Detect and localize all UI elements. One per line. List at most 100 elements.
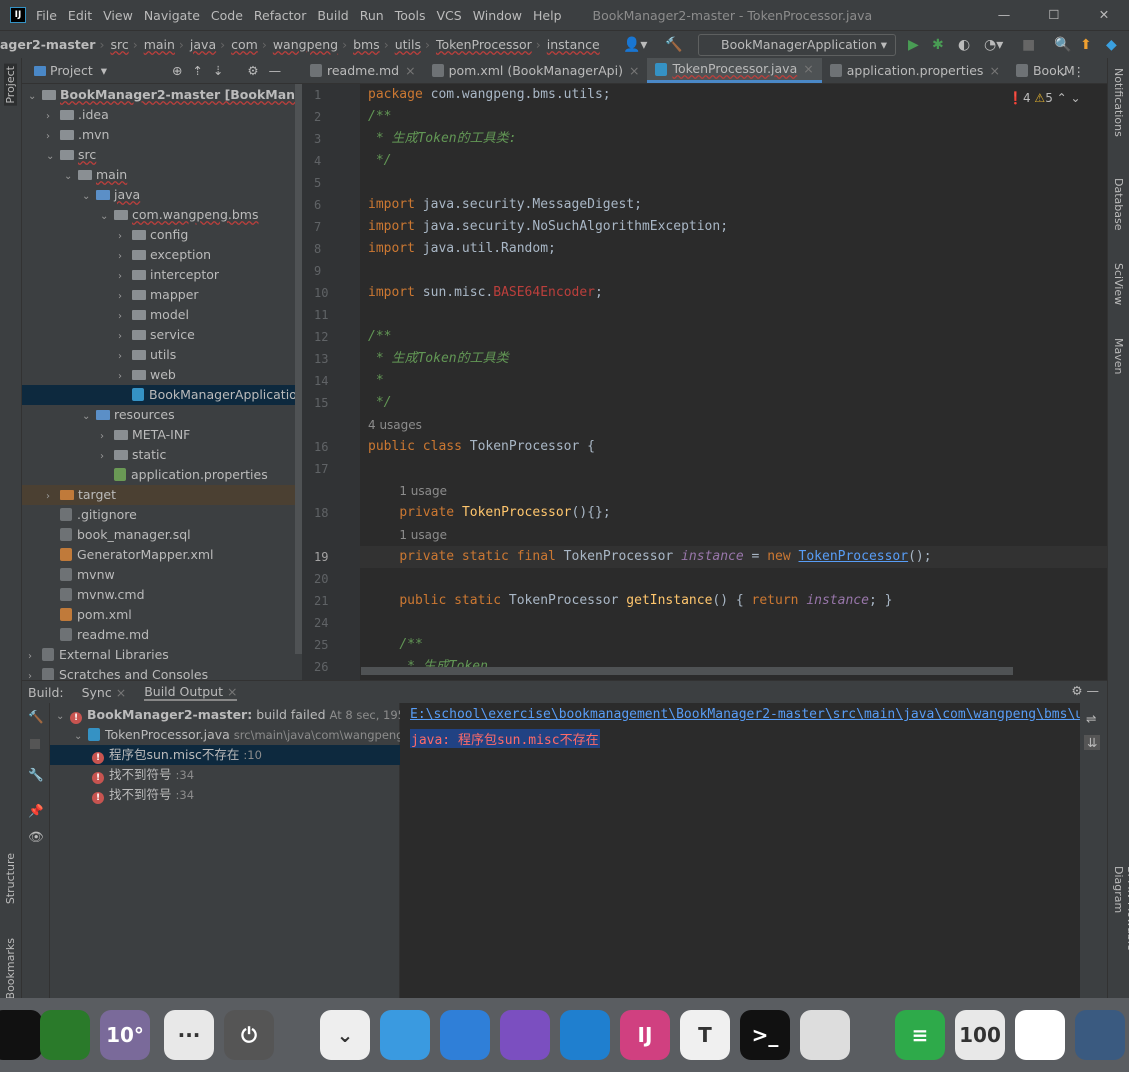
tree-item[interactable]: › target: [22, 485, 302, 505]
build-tree-item[interactable]: ⌄! BookManager2-master: build failed At 8 …: [50, 705, 400, 725]
chevron-down-icon[interactable]: ⌄: [56, 707, 70, 725]
close-tab-icon[interactable]: ×: [803, 58, 813, 82]
stop-build-icon[interactable]: [30, 739, 40, 749]
breadcrumb-item[interactable]: instance: [547, 37, 600, 52]
tree-item[interactable]: ⌄ BookManager2-master [BookManagerA: [22, 85, 337, 105]
typora-app-icon[interactable]: T: [680, 1010, 730, 1060]
chevron-right-icon[interactable]: ›: [118, 287, 132, 307]
menu-navigate[interactable]: Navigate: [144, 8, 200, 23]
tab-build-output[interactable]: Build Output ×: [144, 684, 238, 701]
sciview-tool-button[interactable]: SciView: [1112, 263, 1125, 305]
menu-edit[interactable]: Edit: [68, 8, 92, 23]
menu-help[interactable]: Help: [533, 8, 562, 23]
tree-item[interactable]: mvnw: [22, 565, 302, 585]
chevron-right-icon[interactable]: ›: [100, 447, 114, 467]
chevron-right-icon[interactable]: ›: [28, 647, 42, 667]
close-button[interactable]: ✕: [1079, 0, 1129, 30]
power-app-icon[interactable]: ⏻: [224, 1010, 274, 1060]
tree-item[interactable]: › utils: [22, 345, 302, 365]
editor-horizontal-scrollbar[interactable]: [361, 667, 1013, 675]
tree-item[interactable]: book_manager.sql: [22, 525, 302, 545]
code-line[interactable]: *: [368, 370, 384, 392]
code-editor[interactable]: package com.wangpeng.bms.utils;/** * 生成T…: [360, 84, 1107, 680]
tree-item[interactable]: mvnw.cmd: [22, 585, 302, 605]
launcher-app-icon[interactable]: ⌄: [320, 1010, 370, 1060]
breadcrumb-item[interactable]: utils: [395, 37, 421, 52]
project-scrollbar[interactable]: [295, 84, 302, 654]
tree-item[interactable]: › static: [22, 445, 302, 465]
breadcrumb-item[interactable]: TokenProcessor: [436, 37, 532, 52]
tree-item[interactable]: › mapper: [22, 285, 302, 305]
tree-item[interactable]: › service: [22, 325, 302, 345]
score-app-icon[interactable]: 100: [955, 1010, 1005, 1060]
tree-item[interactable]: › model: [22, 305, 302, 325]
downloader-app-icon[interactable]: [40, 1010, 90, 1060]
cat-app-icon[interactable]: [1075, 1010, 1125, 1060]
tree-item[interactable]: › External Libraries: [22, 645, 302, 665]
error-path-link[interactable]: E:\school\exercise\bookmanagement\BookMa…: [410, 707, 1080, 722]
close-tab-icon[interactable]: ×: [989, 58, 999, 83]
user-icon[interactable]: 👤▾: [623, 37, 647, 53]
project-tool-button[interactable]: Project: [4, 64, 17, 106]
tree-item[interactable]: ⌄ main: [22, 165, 302, 185]
profile-icon[interactable]: ◔▾: [984, 37, 1003, 53]
close-tab-icon[interactable]: ×: [405, 58, 415, 83]
qq-app-icon[interactable]: [1015, 1010, 1065, 1060]
code-line[interactable]: private static final TokenProcessor inst…: [368, 546, 931, 568]
menu-vcs[interactable]: VCS: [437, 8, 462, 23]
code-line[interactable]: */: [368, 392, 392, 414]
maven-tool-button[interactable]: Maven: [1112, 338, 1125, 374]
tree-item[interactable]: › config: [22, 225, 302, 245]
chevron-down-icon[interactable]: ⌄: [74, 727, 88, 745]
code-line[interactable]: /**: [368, 634, 422, 656]
code-line[interactable]: public class TokenProcessor {: [368, 436, 595, 458]
search-icon[interactable]: 🔍: [1054, 37, 1071, 53]
chevron-right-icon[interactable]: ›: [118, 367, 132, 387]
chevron-down-icon[interactable]: ⌄: [46, 147, 60, 167]
app-app-icon[interactable]: [0, 1010, 42, 1060]
code-line[interactable]: package com.wangpeng.bms.utils;: [368, 84, 611, 106]
run-icon[interactable]: ▶: [908, 37, 919, 53]
menu-file[interactable]: File: [36, 8, 57, 23]
code-line[interactable]: import sun.misc.BASE64Encoder;: [368, 282, 603, 304]
update-icon[interactable]: ⬆: [1080, 37, 1092, 53]
more-app-icon[interactable]: ···: [164, 1010, 214, 1060]
chevron-right-icon[interactable]: ›: [46, 487, 60, 507]
terminal-app-icon[interactable]: >_: [740, 1010, 790, 1060]
visual-studio-app-icon[interactable]: [500, 1010, 550, 1060]
maximize-button[interactable]: ☐: [1029, 0, 1079, 30]
soft-wrap-icon[interactable]: ⇌: [1086, 711, 1096, 726]
chevron-down-icon[interactable]: ⌄: [64, 167, 78, 187]
bpmn-tool-button[interactable]: BPMN-Flowable-Diagram: [1112, 866, 1129, 998]
tree-item[interactable]: ⌄ com.wangpeng.bms: [22, 205, 302, 225]
project-toolbar-icons[interactable]: ⊕⇡⇣ ⚙—: [172, 63, 291, 78]
code-line[interactable]: 1 usage: [368, 480, 447, 502]
notes-app-icon[interactable]: ≡: [895, 1010, 945, 1060]
chevron-right-icon[interactable]: ›: [46, 107, 60, 127]
code-line[interactable]: /**: [368, 106, 391, 128]
tree-item[interactable]: pom.xml: [22, 605, 302, 625]
inspection-widget[interactable]: ❗4 ⚠5 ⌃ ⌄: [1008, 91, 1081, 105]
tab-sync[interactable]: Sync ×: [82, 685, 127, 700]
code-line[interactable]: /**: [368, 326, 391, 348]
tree-item[interactable]: › exception: [22, 245, 302, 265]
tab-tokenprocessor[interactable]: TokenProcessor.java ×: [647, 58, 822, 83]
breadcrumb-item[interactable]: com: [231, 37, 258, 52]
chevron-down-icon[interactable]: ⌄: [82, 407, 96, 427]
tree-item[interactable]: › web: [22, 365, 302, 385]
windows-app-icon[interactable]: [440, 1010, 490, 1060]
build-tree-item[interactable]: ⌄ TokenProcessor.java src\main\java\com\wa…: [50, 725, 400, 745]
code-line[interactable]: * 生成Token的工具类:: [368, 128, 517, 150]
menu-run[interactable]: Run: [360, 8, 384, 23]
build-hammer-icon[interactable]: 🔨: [665, 37, 682, 53]
debug-icon[interactable]: ✱: [932, 37, 944, 53]
tree-item[interactable]: ⌄ java: [22, 185, 302, 205]
breadcrumb-item[interactable]: wangpeng: [273, 37, 338, 52]
tree-item[interactable]: › interceptor: [22, 265, 302, 285]
code-line[interactable]: */: [368, 150, 392, 172]
coverage-icon[interactable]: ◐: [958, 37, 970, 53]
chevron-right-icon[interactable]: ›: [118, 267, 132, 287]
tree-item[interactable]: readme.md: [22, 625, 302, 645]
close-tab-icon[interactable]: ×: [629, 58, 639, 83]
menu-tools[interactable]: Tools: [395, 8, 426, 23]
